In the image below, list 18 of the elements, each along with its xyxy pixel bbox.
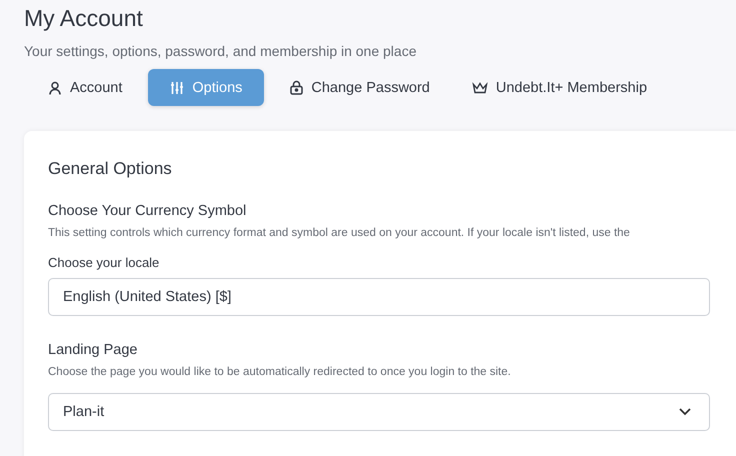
page-title: My Account (24, 4, 144, 33)
section-heading: Landing Page (48, 341, 138, 360)
field-label: Choose your locale (48, 254, 160, 272)
landing-page-dropdown[interactable]: Plan-it (48, 393, 710, 431)
lock-icon (290, 80, 304, 95)
sliders-icon (170, 80, 184, 94)
crown-icon (472, 82, 488, 94)
person-icon (48, 80, 62, 94)
section-description: Choose the page you would like to be automatically redirected to once you login to the site. (48, 365, 512, 380)
section-heading: Choose Your Currency Symbol (48, 202, 248, 221)
card-title: General Options (48, 158, 173, 180)
tab[interactable]: Account (32, 69, 138, 106)
tab[interactable]: Change Password (274, 69, 446, 106)
chevron-down-icon (679, 408, 691, 416)
locale-field[interactable]: English (United States) [$] (48, 278, 710, 316)
tab[interactable]: Undebt.It+ Membership (456, 69, 664, 106)
page-subtitle: Your settings, options, password, and membership in one place (24, 42, 418, 61)
section-description: This setting controls which currency format and symbol are used on your account. If your locale isn't listed, use the (48, 226, 631, 241)
